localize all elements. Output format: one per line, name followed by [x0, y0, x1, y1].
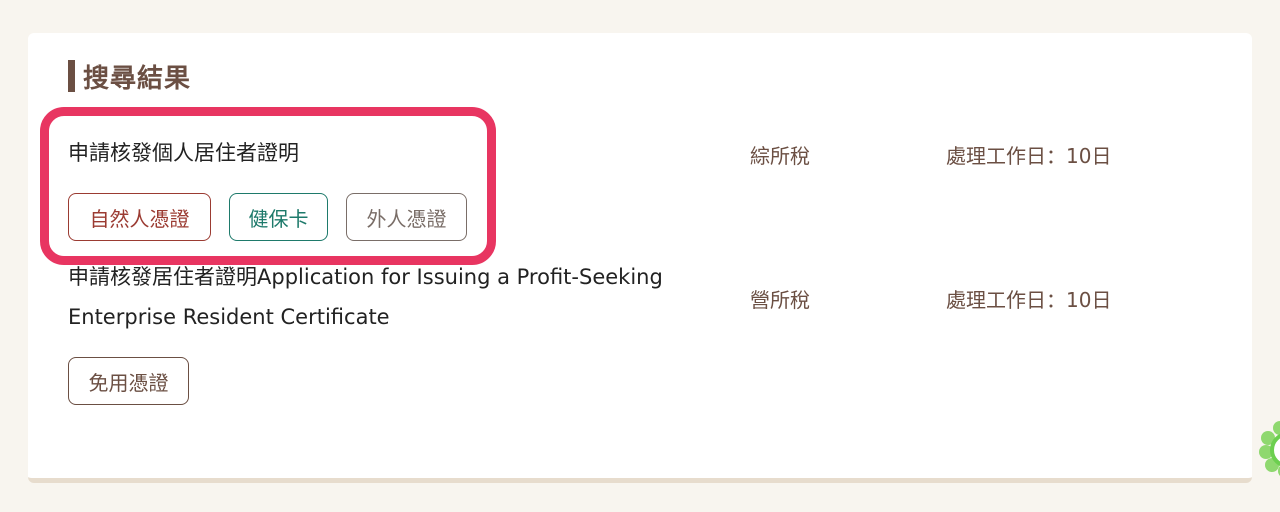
tag-health-insurance-card[interactable]: 健保卡 [229, 193, 328, 241]
title-accent-bar [68, 60, 75, 92]
service-title-line-2: Enterprise Resident Certificate [68, 305, 390, 329]
service-link-personal-resident-certificate[interactable]: 申請核發個人居住者證明 [68, 133, 688, 173]
tag-no-certificate-needed[interactable]: 免用憑證 [68, 357, 189, 405]
tax-category: 營所稅 [750, 288, 810, 312]
processing-days: 處理工作日：10日 [946, 144, 1112, 168]
processing-days: 處理工作日：10日 [946, 288, 1112, 312]
tag-foreigner-certificate[interactable]: 外人憑證 [346, 193, 467, 241]
service-title-line-1: 申請核發居住者證明Application for Issuing a Profi… [68, 265, 663, 289]
section-title-text: 搜尋結果 [83, 63, 192, 94]
section-title: 搜尋結果 [68, 58, 191, 94]
service-link-enterprise-resident-certificate[interactable]: 申請核發居住者證明Application for Issuing a Profi… [68, 257, 688, 337]
search-results-card: 搜尋結果 申請核發個人居住者證明 綜所稅 處理工作日：10日 自然人憑證 健保卡… [28, 33, 1252, 483]
tax-category: 綜所稅 [750, 144, 810, 168]
tag-natural-person-certificate[interactable]: 自然人憑證 [68, 193, 211, 241]
flower-icon [1259, 421, 1280, 476]
